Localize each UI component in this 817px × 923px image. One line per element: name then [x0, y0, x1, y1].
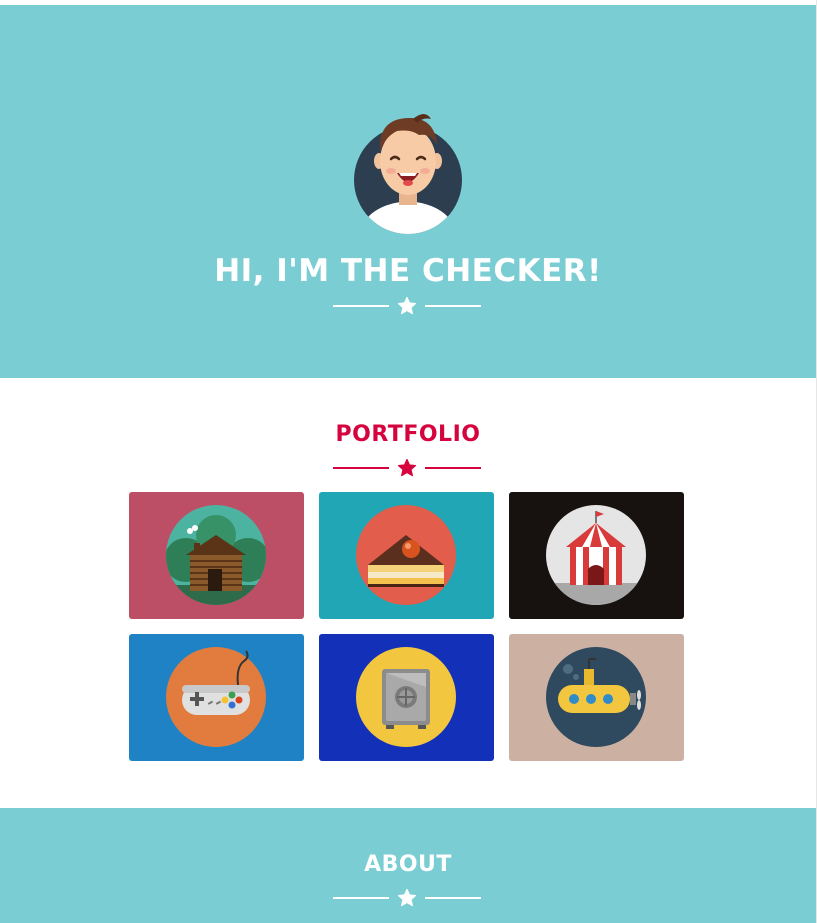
game-controller-icon	[166, 647, 266, 747]
portfolio-title: PORTFOLIO	[335, 422, 481, 447]
smiling-man-avatar-icon	[354, 114, 462, 234]
divider-line	[333, 305, 389, 307]
star-icon	[397, 296, 417, 315]
safe-icon	[356, 647, 456, 747]
portfolio-item-controller[interactable]	[129, 634, 304, 761]
hero-title: HI, I'M THE CHECKER!	[214, 253, 602, 289]
star-icon	[397, 458, 417, 477]
cake-slice-icon	[356, 505, 456, 605]
portfolio-item-cake[interactable]	[319, 492, 494, 619]
portfolio-item-circus[interactable]	[509, 492, 684, 619]
divider-line	[425, 467, 481, 469]
about-section: ABOUT	[0, 808, 816, 923]
divider-line	[333, 467, 389, 469]
divider-line	[425, 305, 481, 307]
circus-tent-icon	[546, 505, 646, 605]
portfolio-item-safe[interactable]	[319, 634, 494, 761]
about-title: ABOUT	[364, 852, 452, 877]
portfolio-item-cabin[interactable]	[129, 492, 304, 619]
star-icon	[397, 888, 417, 907]
hero-section: HI, I'M THE CHECKER!	[0, 5, 816, 378]
hero-star-divider	[333, 296, 481, 316]
log-cabin-icon	[166, 505, 266, 605]
submarine-icon	[546, 647, 646, 747]
portfolio-section: PORTFOLIO	[0, 378, 816, 808]
portfolio-star-divider	[333, 458, 481, 478]
portfolio-item-submarine[interactable]	[509, 634, 684, 761]
divider-line	[425, 897, 481, 899]
about-star-divider	[333, 888, 481, 908]
divider-line	[333, 897, 389, 899]
